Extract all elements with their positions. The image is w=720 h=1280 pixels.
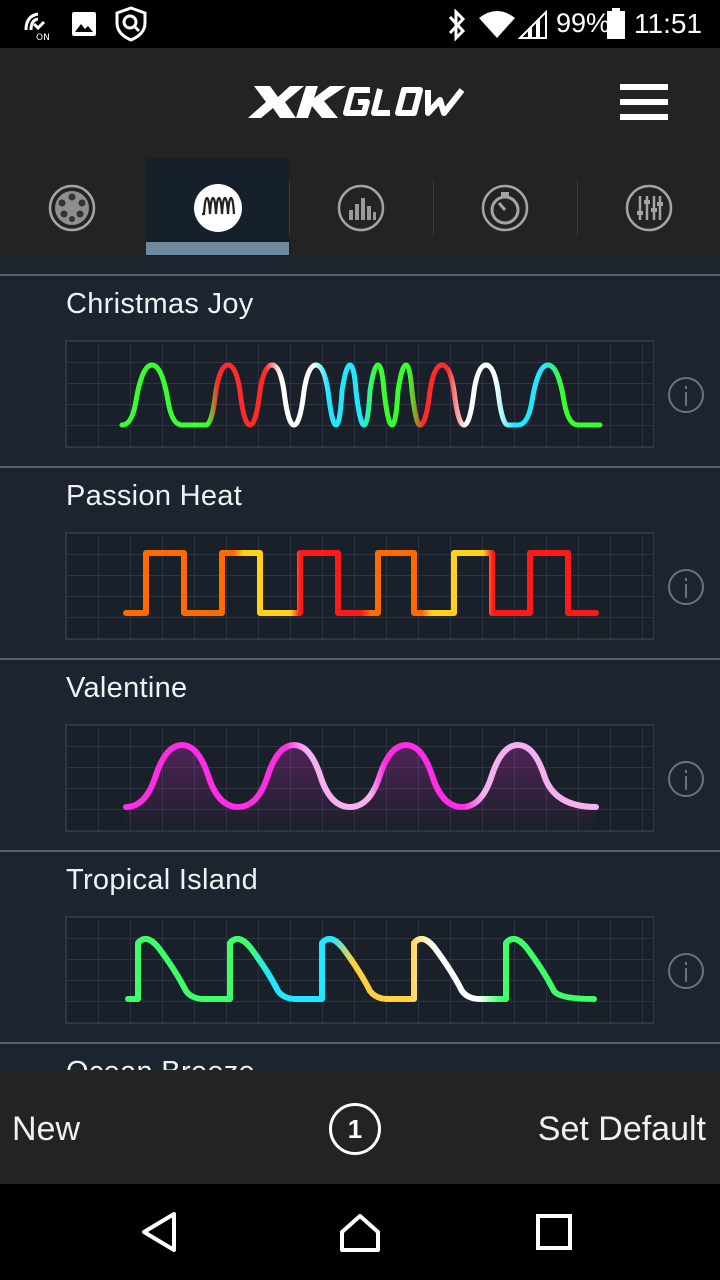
pattern-row-christmas-joy[interactable]: Christmas Joy	[0, 274, 720, 466]
tab-bar	[0, 158, 720, 258]
pattern-row-passion-heat[interactable]: Passion Heat	[0, 466, 720, 658]
tab-timer[interactable]	[433, 158, 577, 256]
pattern-row-tropical-island[interactable]: Tropical Island	[0, 850, 720, 1042]
active-tab-indicator	[146, 242, 289, 255]
app-header	[0, 48, 720, 158]
equalizer-icon	[337, 184, 385, 232]
status-bar: ON 99% 11:51	[0, 0, 720, 48]
recents-icon[interactable]	[532, 1210, 576, 1254]
pattern-title: Tropical Island	[66, 864, 259, 896]
battery-percent: 99%	[556, 8, 611, 38]
active-count-badge[interactable]: 1	[329, 1103, 381, 1155]
pattern-waveform	[123, 550, 599, 616]
pattern-title: Christmas Joy	[66, 288, 254, 320]
pattern-preview	[65, 532, 654, 640]
tab-colors[interactable]	[0, 158, 144, 256]
pattern-preview	[65, 340, 654, 448]
home-icon[interactable]	[338, 1210, 382, 1254]
shield-search-icon	[115, 6, 147, 42]
info-icon[interactable]	[668, 761, 704, 797]
pattern-preview	[65, 916, 654, 1024]
pattern-waveform	[123, 741, 599, 831]
gallery-icon	[72, 12, 96, 36]
nfc-on-icon: ON	[24, 12, 50, 42]
tab-settings[interactable]	[577, 158, 720, 256]
bluetooth-icon	[448, 8, 466, 42]
system-nav-bar	[0, 1184, 720, 1280]
pattern-title: Passion Heat	[66, 480, 243, 512]
pattern-list[interactable]: Christmas Joy Passion Heat Valentine Tro…	[0, 258, 720, 1070]
xkglow-logo	[248, 86, 465, 118]
info-icon[interactable]	[668, 377, 704, 413]
info-icon[interactable]	[668, 953, 704, 989]
wifi-icon	[479, 11, 515, 38]
info-icon[interactable]	[668, 569, 704, 605]
timer-icon	[481, 184, 529, 232]
pattern-row-ocean-breeze[interactable]: Ocean Breeze	[0, 1042, 720, 1070]
signal-icon	[518, 10, 547, 39]
sliders-icon	[625, 184, 673, 232]
palette-icon	[48, 184, 96, 232]
pattern-preview	[65, 724, 654, 832]
new-button[interactable]: New	[12, 1110, 80, 1149]
set-default-button[interactable]: Set Default	[538, 1110, 706, 1149]
wave-pattern-icon	[194, 184, 242, 232]
pattern-waveform	[119, 362, 603, 428]
pattern-title: Valentine	[66, 672, 188, 704]
clock: 11:51	[634, 8, 702, 39]
battery-icon	[607, 8, 625, 39]
back-icon[interactable]	[138, 1210, 182, 1254]
bottom-action-bar: New 1 Set Default	[0, 1070, 720, 1184]
hamburger-menu-icon[interactable]	[616, 80, 672, 124]
tab-music[interactable]	[289, 158, 433, 256]
pattern-waveform	[125, 935, 597, 1002]
pattern-row-valentine[interactable]: Valentine	[0, 658, 720, 850]
svg-text:ON: ON	[36, 33, 50, 42]
pattern-title: Ocean Breeze	[66, 1056, 255, 1070]
